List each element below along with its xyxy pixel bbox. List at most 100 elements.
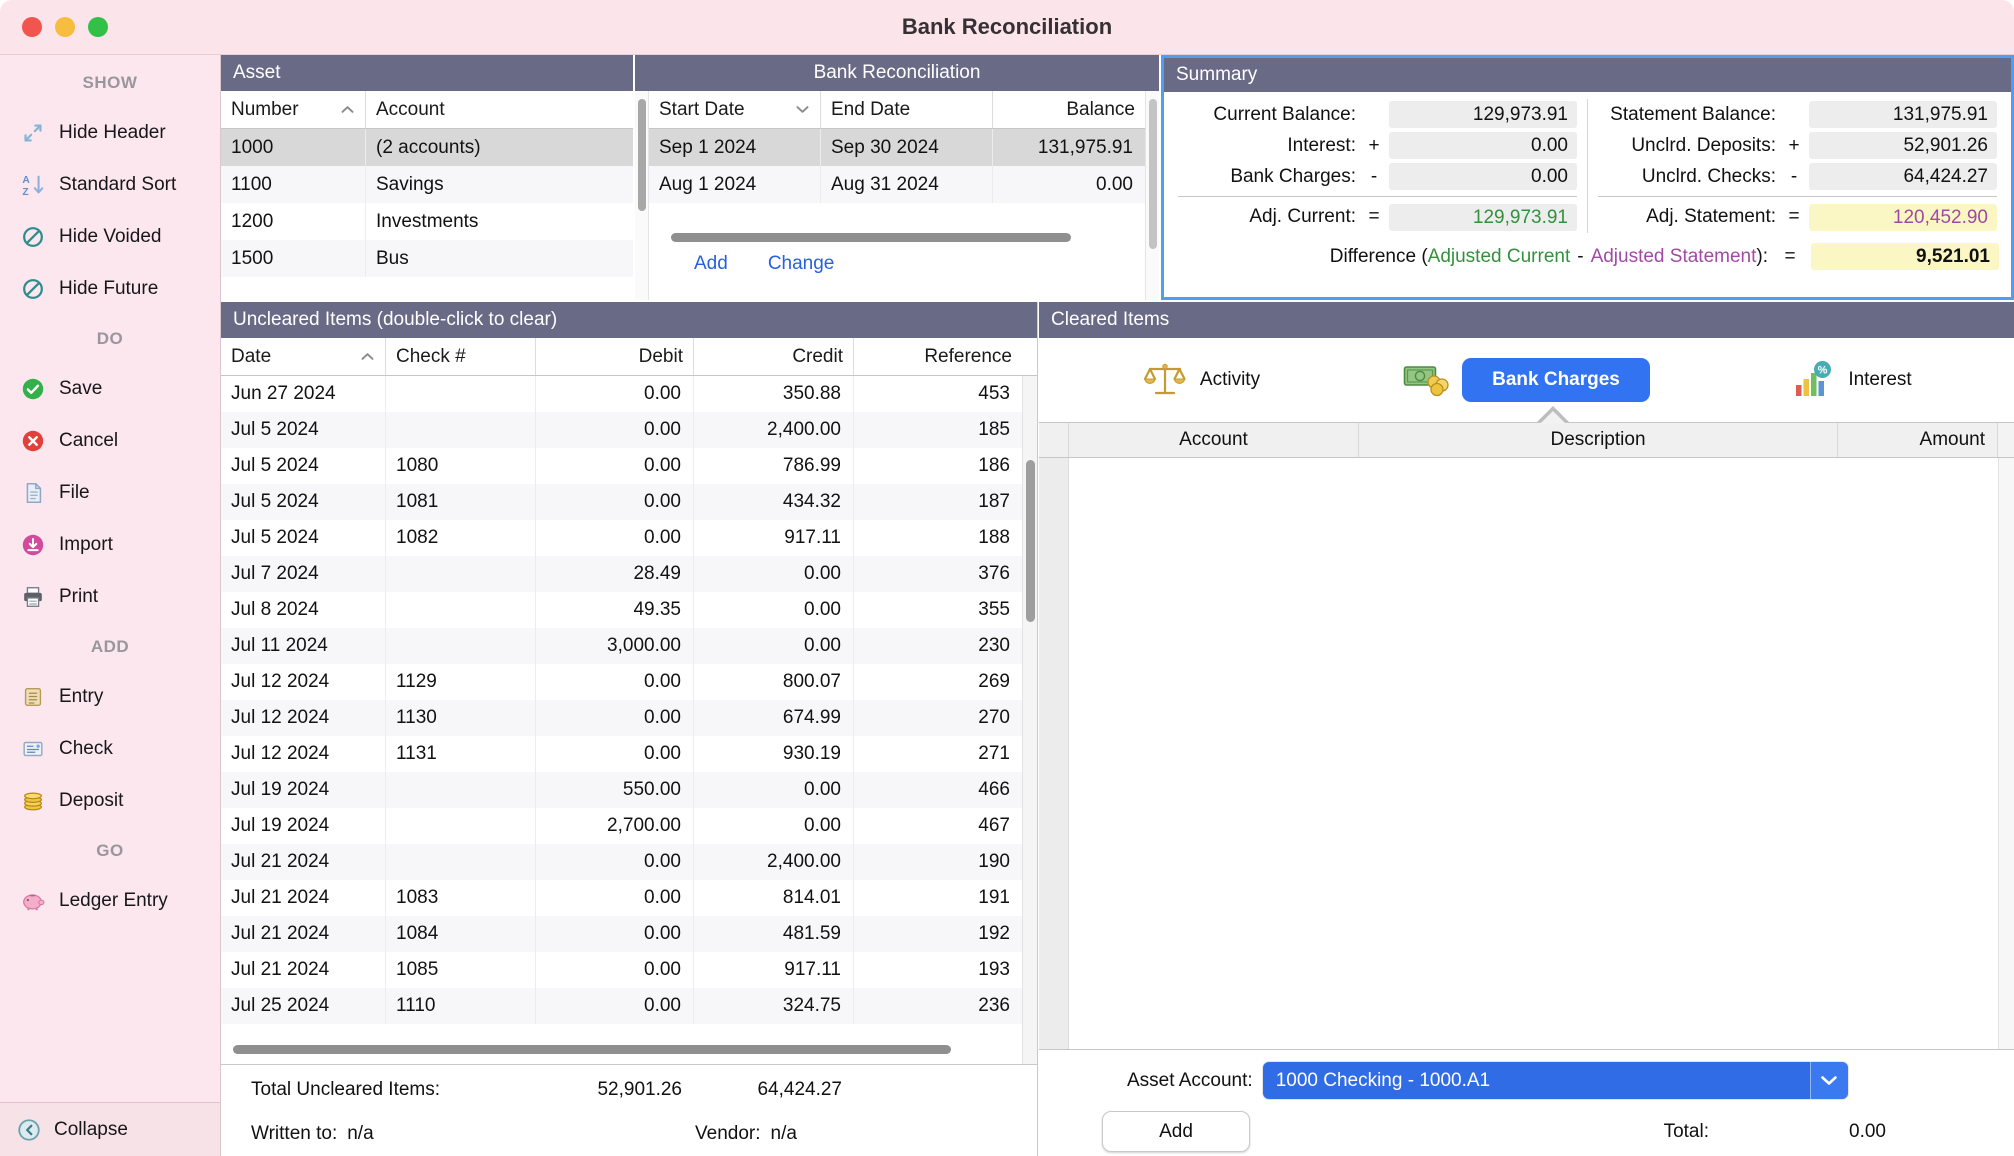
tab-interest-label: Interest: [1848, 369, 1911, 391]
horizontal-scrollbar[interactable]: [671, 233, 1071, 242]
column-label: End Date: [831, 99, 910, 121]
table-row[interactable]: Jul 12 202411300.00674.99270: [221, 700, 1022, 736]
vertical-scrollbar[interactable]: [635, 91, 649, 300]
summary-operator: =: [1364, 206, 1384, 228]
add-cleared-item-button[interactable]: Add: [1102, 1111, 1250, 1152]
tab-bank-charges[interactable]: Bank Charges: [1364, 358, 1689, 402]
cell: 453: [854, 376, 1022, 412]
sidebar-item-hide-future[interactable]: Hide Future: [0, 263, 220, 315]
sidebar-item-standard-sort[interactable]: AZStandard Sort: [0, 159, 220, 211]
cell: 0.00: [536, 736, 694, 772]
sidebar-item-hide-voided[interactable]: Hide Voided: [0, 211, 220, 263]
asset-account-select[interactable]: 1000 Checking - 1000.A1: [1263, 1062, 1848, 1099]
scrollbar-thumb[interactable]: [1149, 99, 1157, 249]
cell: 0.00: [536, 988, 694, 1024]
vendor-label: Vendor:: [695, 1123, 761, 1144]
sidebar-item-file[interactable]: File: [0, 467, 220, 519]
cell: Jul 12 2024: [221, 736, 386, 772]
minimize-window-button[interactable]: [55, 17, 75, 37]
scrollbar-thumb[interactable]: [638, 99, 646, 211]
cell: 192: [854, 916, 1022, 952]
column-header-number[interactable]: Number: [221, 91, 366, 128]
table-row[interactable]: 1100Savings: [221, 166, 633, 203]
sidebar-item-check[interactable]: Check: [0, 723, 220, 775]
table-row[interactable]: 1200Investments: [221, 203, 633, 240]
sidebar-item-entry[interactable]: Entry: [0, 671, 220, 723]
table-row[interactable]: Jul 11 20243,000.000.00230: [221, 628, 1022, 664]
sort-descending-icon: [789, 105, 810, 114]
table-row[interactable]: Jul 25 202411100.00324.75236: [221, 988, 1022, 1024]
vertical-scrollbar[interactable]: [1145, 91, 1159, 300]
column-header-description[interactable]: Description: [1359, 423, 1838, 457]
sidebar-item-save[interactable]: Save: [0, 363, 220, 415]
uncleared-total-credit: 64,424.27: [694, 1079, 854, 1101]
no-circle-icon: [20, 224, 46, 250]
sidebar-item-label: Check: [59, 738, 113, 759]
close-window-button[interactable]: [22, 17, 42, 37]
table-row[interactable]: Jul 7 202428.490.00376: [221, 556, 1022, 592]
sidebar-item-import[interactable]: Import: [0, 519, 220, 571]
written-to-value: n/a: [347, 1123, 373, 1144]
column-header-credit[interactable]: Credit: [694, 338, 854, 375]
table-row[interactable]: Jul 12 202411290.00800.07269: [221, 664, 1022, 700]
table-row[interactable]: Jul 5 202410820.00917.11188: [221, 520, 1022, 556]
horizontal-scrollbar[interactable]: [233, 1045, 951, 1054]
zoom-window-button[interactable]: [88, 17, 108, 37]
cell: Jul 5 2024: [221, 520, 386, 556]
sidebar-item-deposit[interactable]: Deposit: [0, 775, 220, 827]
table-row[interactable]: Jul 8 202449.350.00355: [221, 592, 1022, 628]
column-header-debit[interactable]: Debit: [536, 338, 694, 375]
sidebar-item-cancel[interactable]: Cancel: [0, 415, 220, 467]
table-row[interactable]: Jul 21 202410830.00814.01191: [221, 880, 1022, 916]
cell: 28.49: [536, 556, 694, 592]
sidebar-item-label: Hide Header: [59, 122, 166, 143]
table-row[interactable]: Jul 5 202410810.00434.32187: [221, 484, 1022, 520]
column-header-reference[interactable]: Reference: [854, 338, 1022, 375]
table-row[interactable]: Sep 1 2024Sep 30 2024131,975.91: [649, 129, 1145, 166]
column-header-check-number[interactable]: Check #: [386, 338, 536, 375]
entry-scroll-icon: [20, 684, 46, 710]
column-label: Credit: [792, 346, 843, 368]
sidebar-item-hide-header[interactable]: Hide Header: [0, 107, 220, 159]
cell: 434.32: [694, 484, 854, 520]
table-row[interactable]: Jun 27 20240.00350.88453: [221, 376, 1022, 412]
sidebar-item-label: Cancel: [59, 430, 118, 451]
vertical-scrollbar[interactable]: [1998, 458, 2014, 1049]
tab-activity[interactable]: Activity: [1039, 358, 1364, 402]
cell: 0.00: [536, 412, 694, 448]
vertical-scrollbar[interactable]: [1022, 376, 1037, 1064]
column-header-date[interactable]: Date: [221, 338, 386, 375]
table-row[interactable]: Jul 21 202410850.00917.11193: [221, 952, 1022, 988]
column-header-balance[interactable]: Balance: [993, 91, 1145, 128]
asset-account-value: 1000 Checking - 1000.A1: [1263, 1070, 1810, 1092]
table-row[interactable]: Jul 12 202411310.00930.19271: [221, 736, 1022, 772]
column-header-start-date[interactable]: Start Date: [649, 91, 821, 128]
sidebar-item-print[interactable]: Print: [0, 571, 220, 623]
table-row[interactable]: Jul 19 2024550.000.00466: [221, 772, 1022, 808]
column-header-end-date[interactable]: End Date: [821, 91, 993, 128]
tab-bank-charges-button[interactable]: Bank Charges: [1462, 358, 1650, 402]
add-reconciliation-link[interactable]: Add: [694, 253, 728, 275]
table-row[interactable]: 1000(2 accounts): [221, 129, 633, 166]
collapse-button[interactable]: Collapse: [0, 1102, 221, 1156]
sidebar-item-ledger-entry[interactable]: Ledger Entry: [0, 875, 220, 927]
table-row[interactable]: Jul 21 20240.002,400.00190: [221, 844, 1022, 880]
tab-interest[interactable]: % Interest: [1689, 358, 2014, 402]
scrollbar-thumb[interactable]: [1026, 460, 1035, 622]
cell: 49.35: [536, 592, 694, 628]
cell: [386, 628, 536, 664]
sidebar-item-label: File: [59, 482, 90, 503]
difference-row: Difference ( Adjusted Current - Adjusted…: [1164, 233, 2011, 270]
table-row[interactable]: Jul 5 20240.002,400.00185: [221, 412, 1022, 448]
table-row[interactable]: Jul 21 202410840.00481.59192: [221, 916, 1022, 952]
change-reconciliation-link[interactable]: Change: [768, 253, 835, 275]
column-header-amount[interactable]: Amount: [1838, 423, 1998, 457]
column-header-account[interactable]: Account: [1069, 423, 1359, 457]
cleared-tabs: Activity Bank Charges % Interest: [1039, 338, 2014, 422]
table-row[interactable]: Aug 1 2024Aug 31 20240.00: [649, 166, 1145, 203]
column-header-account[interactable]: Account: [366, 91, 633, 128]
table-row[interactable]: 1500Bus: [221, 240, 633, 277]
table-row[interactable]: Jul 5 202410800.00786.99186: [221, 448, 1022, 484]
summary-operator: +: [1364, 135, 1384, 157]
table-row[interactable]: Jul 19 20242,700.000.00467: [221, 808, 1022, 844]
